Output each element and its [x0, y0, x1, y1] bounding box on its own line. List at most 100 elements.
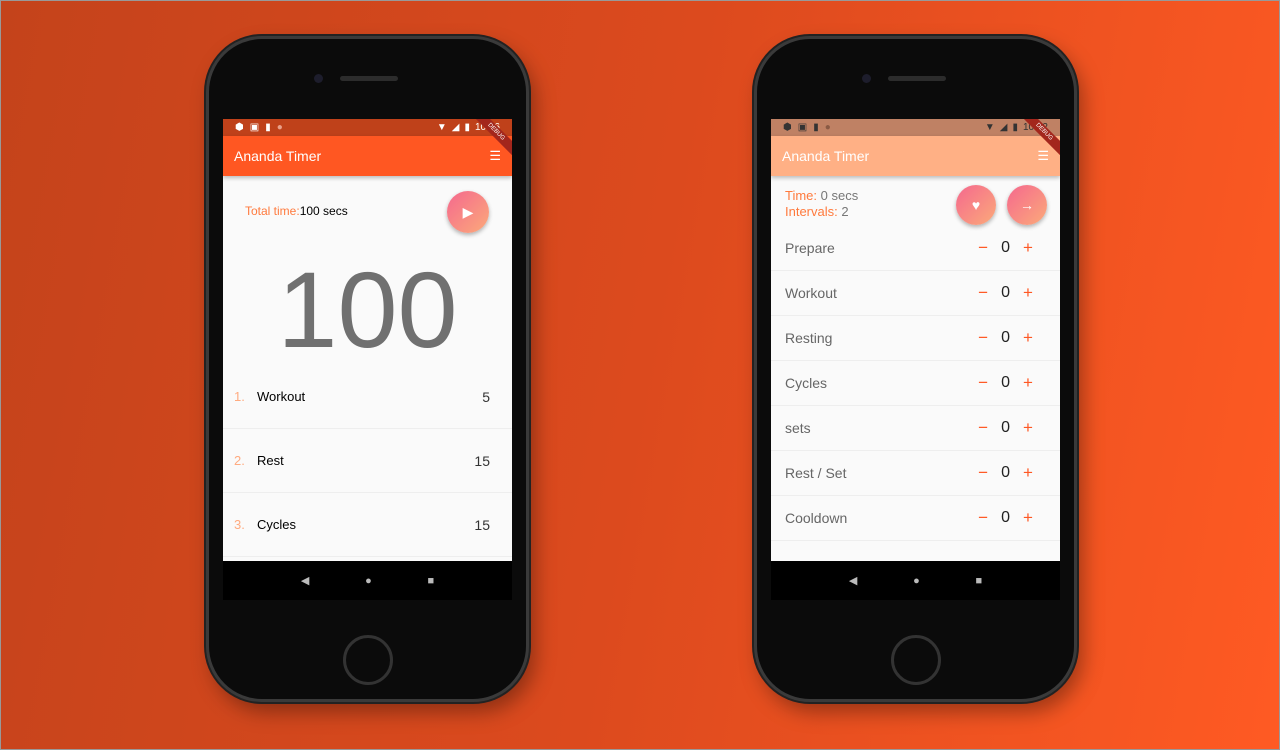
total-time: Total time:100 secs — [245, 204, 348, 218]
speaker — [340, 76, 398, 81]
list-item[interactable]: 1. Workout 5 — [223, 365, 512, 429]
time-value: 0 secs — [820, 188, 859, 203]
circle-icon: ● — [824, 122, 831, 133]
wifi-icon: ▼ — [984, 122, 995, 133]
signal-icon: ◢ — [999, 122, 1008, 133]
row-label: Workout — [785, 285, 837, 301]
shield-icon: ⬢ — [235, 122, 244, 133]
increment-button[interactable]: + — [1010, 508, 1046, 528]
list-item[interactable]: 3. Cycles 15 — [223, 493, 512, 557]
decrement-button[interactable]: − — [965, 283, 1001, 303]
heart-icon: ♥ — [971, 197, 981, 213]
recents-icon[interactable]: ■ — [975, 575, 982, 587]
camera — [314, 74, 323, 83]
row-value: 0 — [1001, 464, 1010, 481]
item-label: Cycles — [257, 517, 297, 532]
nav-bar: ◀ ● ■ — [223, 561, 512, 600]
item-value: 15 — [474, 452, 490, 469]
play-button[interactable]: ▶ — [447, 191, 489, 233]
time-label: Time: — [785, 188, 818, 203]
item-value: 15 — [474, 516, 490, 533]
item-number: 3. — [234, 517, 245, 532]
screen: ⬢▣▮● ▼◢▮10:06 DEBUG Ananda Timer ☰ Total… — [223, 119, 512, 600]
item-label: Rest — [257, 453, 284, 468]
setting-row: Rest / Set −0 + — [771, 451, 1060, 496]
app-title: Ananda Timer — [782, 148, 870, 164]
list-icon[interactable]: ☰ — [1037, 148, 1049, 164]
row-label: sets — [785, 420, 811, 436]
app-bar: Ananda Timer ☰ — [223, 136, 512, 176]
row-label: Rest / Set — [785, 465, 847, 481]
increment-button[interactable]: + — [1010, 238, 1046, 258]
decrement-button[interactable]: − — [965, 328, 1001, 348]
favorite-button[interactable]: ♥ — [956, 185, 996, 225]
recents-icon[interactable]: ■ — [427, 575, 434, 587]
increment-button[interactable]: + — [1010, 463, 1046, 483]
item-label: Workout — [257, 389, 306, 404]
nav-bar: ◀ ● ■ — [771, 561, 1060, 600]
increment-button[interactable]: + — [1010, 283, 1046, 303]
back-icon[interactable]: ◀ — [849, 574, 857, 587]
intervals-value: 2 — [841, 204, 849, 219]
sd-icon: ▮ — [265, 122, 271, 133]
decrement-button[interactable]: − — [965, 418, 1001, 438]
row-value: 0 — [1001, 374, 1010, 391]
setting-row: Workout −0 + — [771, 271, 1060, 316]
item-number: 2. — [234, 453, 245, 468]
circle-icon: ● — [276, 122, 283, 133]
home-icon[interactable]: ● — [365, 575, 372, 587]
row-value: 0 — [1001, 239, 1010, 256]
countdown: 100 — [277, 249, 458, 370]
battery-icon: ▮ — [1012, 122, 1018, 133]
status-bar: ⬢▣▮● ▼◢▮10:12 — [771, 119, 1060, 136]
increment-button[interactable]: + — [1010, 373, 1046, 393]
setting-row: Cycles −0 + — [771, 361, 1060, 406]
app-title: Ananda Timer — [234, 148, 322, 164]
next-button[interactable]: → — [1007, 185, 1047, 225]
sd-icon: ▮ — [813, 122, 819, 133]
total-time-value: 100 secs — [299, 204, 348, 218]
back-icon[interactable]: ◀ — [301, 574, 309, 587]
row-label: Cooldown — [785, 510, 848, 526]
row-value: 0 — [1001, 419, 1010, 436]
home-button[interactable] — [343, 635, 393, 685]
speaker — [888, 76, 946, 81]
wifi-icon: ▼ — [436, 122, 447, 133]
row-value: 0 — [1001, 329, 1010, 346]
increment-button[interactable]: + — [1010, 328, 1046, 348]
a-icon: ▣ — [797, 122, 808, 133]
row-label: Prepare — [785, 240, 835, 256]
right-phone: ⬢▣▮● ▼◢▮10:12 DEBUG Ananda Timer ☰ Time:… — [754, 36, 1077, 702]
intervals-label: Intervals: — [785, 204, 838, 219]
decrement-button[interactable]: − — [965, 508, 1001, 528]
status-bar: ⬢▣▮● ▼◢▮10:06 — [223, 119, 512, 136]
arrow-right-icon: → — [1020, 197, 1034, 213]
list-icon[interactable]: ☰ — [489, 148, 501, 164]
home-icon[interactable]: ● — [913, 575, 920, 587]
setting-row: Prepare −0 + — [771, 226, 1060, 271]
screen: ⬢▣▮● ▼◢▮10:12 DEBUG Ananda Timer ☰ Time:… — [771, 119, 1060, 600]
camera — [862, 74, 871, 83]
play-icon: ▶ — [462, 203, 474, 220]
row-value: 0 — [1001, 509, 1010, 526]
increment-button[interactable]: + — [1010, 418, 1046, 438]
row-label: Resting — [785, 330, 833, 346]
app-bar: Ananda Timer ☰ — [771, 136, 1060, 176]
decrement-button[interactable]: − — [965, 373, 1001, 393]
total-time-label: Total time: — [245, 204, 300, 218]
row-label: Cycles — [785, 375, 828, 391]
setting-row: Cooldown −0 + — [771, 496, 1060, 541]
summary: Time: 0 secs Intervals: 2 — [785, 188, 858, 220]
row-value: 0 — [1001, 284, 1010, 301]
a-icon: ▣ — [249, 122, 260, 133]
shield-icon: ⬢ — [783, 122, 792, 133]
left-phone: ⬢▣▮● ▼◢▮10:06 DEBUG Ananda Timer ☰ Total… — [206, 36, 529, 702]
list-item[interactable]: 2. Rest 15 — [223, 429, 512, 493]
item-value: 5 — [482, 388, 490, 405]
home-button[interactable] — [891, 635, 941, 685]
setting-row: Resting −0 + — [771, 316, 1060, 361]
decrement-button[interactable]: − — [965, 463, 1001, 483]
item-number: 1. — [234, 389, 245, 404]
setting-row: sets −0 + — [771, 406, 1060, 451]
decrement-button[interactable]: − — [965, 238, 1001, 258]
